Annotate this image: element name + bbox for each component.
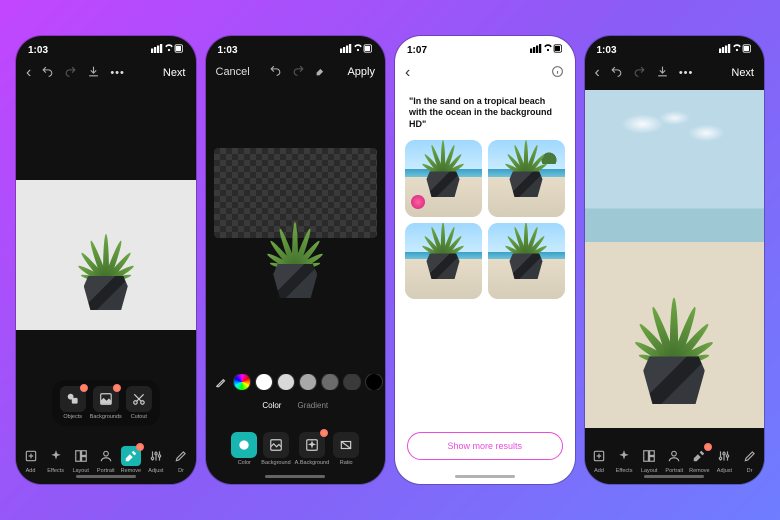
status-icons [530, 44, 563, 56]
download-icon[interactable] [87, 65, 100, 81]
bgtool-background[interactable]: Background [261, 432, 290, 466]
redo-icon[interactable] [292, 64, 305, 80]
home-indicator [644, 475, 704, 478]
submenu-backgrounds[interactable]: Backgrounds [90, 386, 122, 420]
tool-draw[interactable]: Dr [737, 446, 762, 474]
tool-remove[interactable]: Remove [118, 446, 143, 474]
redo-icon[interactable] [633, 65, 646, 81]
result-tile[interactable] [405, 140, 482, 217]
tool-portrait[interactable]: Portrait [93, 446, 118, 474]
color-swatches [206, 374, 386, 390]
tab-gradient[interactable]: Gradient [297, 401, 328, 410]
color-picker-icon[interactable] [234, 374, 250, 390]
result-grid [395, 134, 575, 306]
tool-remove[interactable]: Remove [687, 446, 712, 474]
toolbar: Cancel Apply [206, 60, 386, 88]
next-button[interactable]: Next [163, 67, 186, 79]
swatch[interactable] [300, 374, 316, 390]
redo-icon[interactable] [64, 65, 77, 81]
apply-button[interactable]: Apply [347, 66, 375, 78]
more-icon[interactable]: ••• [110, 67, 125, 79]
clock: 1:03 [597, 45, 617, 56]
canvas[interactable] [206, 88, 386, 348]
tool-effects[interactable]: Effects [43, 446, 68, 474]
phone-ai-results: 1:07 ‹ "In the sand on a tropical beach … [395, 36, 575, 484]
status-bar: 1:07 [395, 36, 575, 60]
undo-icon[interactable] [41, 65, 54, 81]
clock: 1:03 [218, 45, 238, 56]
back-button[interactable]: ‹ [595, 64, 600, 82]
background-tools: Color Background A.Background Ratio [206, 432, 386, 466]
swatch[interactable] [278, 374, 294, 390]
swatch[interactable] [322, 374, 338, 390]
download-icon[interactable] [656, 65, 669, 81]
tool-portrait[interactable]: Portrait [662, 446, 687, 474]
eyedropper-icon[interactable] [214, 375, 228, 389]
undo-icon[interactable] [610, 65, 623, 81]
show-more-button[interactable]: Show more results [407, 432, 563, 460]
toolbar: ‹ ••• Next [585, 60, 765, 90]
more-icon[interactable]: ••• [679, 67, 694, 79]
status-bar: 1:03 [16, 36, 196, 60]
back-button[interactable]: ‹ [405, 64, 410, 82]
back-button[interactable]: ‹ [26, 64, 31, 82]
home-indicator [76, 475, 136, 478]
swatch[interactable] [366, 374, 382, 390]
tool-adjust[interactable]: Adjust [712, 446, 737, 474]
submenu-cutout[interactable]: Cutout [126, 386, 152, 420]
status-bar: 1:03 [585, 36, 765, 60]
bgtool-ratio[interactable]: Ratio [333, 432, 359, 466]
canvas[interactable] [585, 90, 765, 428]
tool-add[interactable]: Add [587, 446, 612, 474]
result-tile[interactable] [488, 140, 565, 217]
canvas[interactable] [16, 90, 196, 390]
remove-submenu: Objects Backgrounds Cutout [52, 380, 160, 426]
status-icons [719, 44, 752, 56]
info-icon[interactable] [551, 65, 564, 81]
toolbar: ‹ [395, 60, 575, 90]
undo-icon[interactable] [269, 64, 282, 80]
swatch[interactable] [344, 374, 360, 390]
tab-color[interactable]: Color [262, 401, 281, 410]
phone-editor-remove: 1:03 ‹ ••• Next Objec [16, 36, 196, 484]
ai-prompt-text: "In the sand on a tropical beach with th… [395, 90, 575, 134]
tool-effects[interactable]: Effects [612, 446, 637, 474]
clock: 1:07 [407, 45, 427, 56]
home-indicator [265, 475, 325, 478]
result-tile[interactable] [488, 223, 565, 300]
status-icons [151, 44, 184, 56]
submenu-objects[interactable]: Objects [60, 386, 86, 420]
eraser-icon[interactable] [315, 64, 328, 80]
tool-layout[interactable]: Layout [68, 446, 93, 474]
status-icons [340, 44, 373, 56]
tool-add[interactable]: Add [18, 446, 43, 474]
result-tile[interactable] [405, 223, 482, 300]
phone-editor-result: 1:03 ‹ ••• Next Add Effects [585, 36, 765, 484]
color-tabs: Color Gradient [206, 401, 386, 410]
tool-draw[interactable]: Dr [168, 446, 193, 474]
toolbar: ‹ ••• Next [16, 60, 196, 90]
cancel-button[interactable]: Cancel [216, 66, 250, 78]
phone-background-color: 1:03 Cancel Apply [206, 36, 386, 484]
swatch[interactable] [256, 374, 272, 390]
bgtool-color[interactable]: Color [231, 432, 257, 466]
clock: 1:03 [28, 45, 48, 56]
bgtool-ai-background[interactable]: A.Background [295, 432, 330, 466]
home-indicator [455, 475, 515, 478]
status-bar: 1:03 [206, 36, 386, 60]
tool-layout[interactable]: Layout [637, 446, 662, 474]
tool-adjust[interactable]: Adjust [143, 446, 168, 474]
next-button[interactable]: Next [731, 67, 754, 79]
